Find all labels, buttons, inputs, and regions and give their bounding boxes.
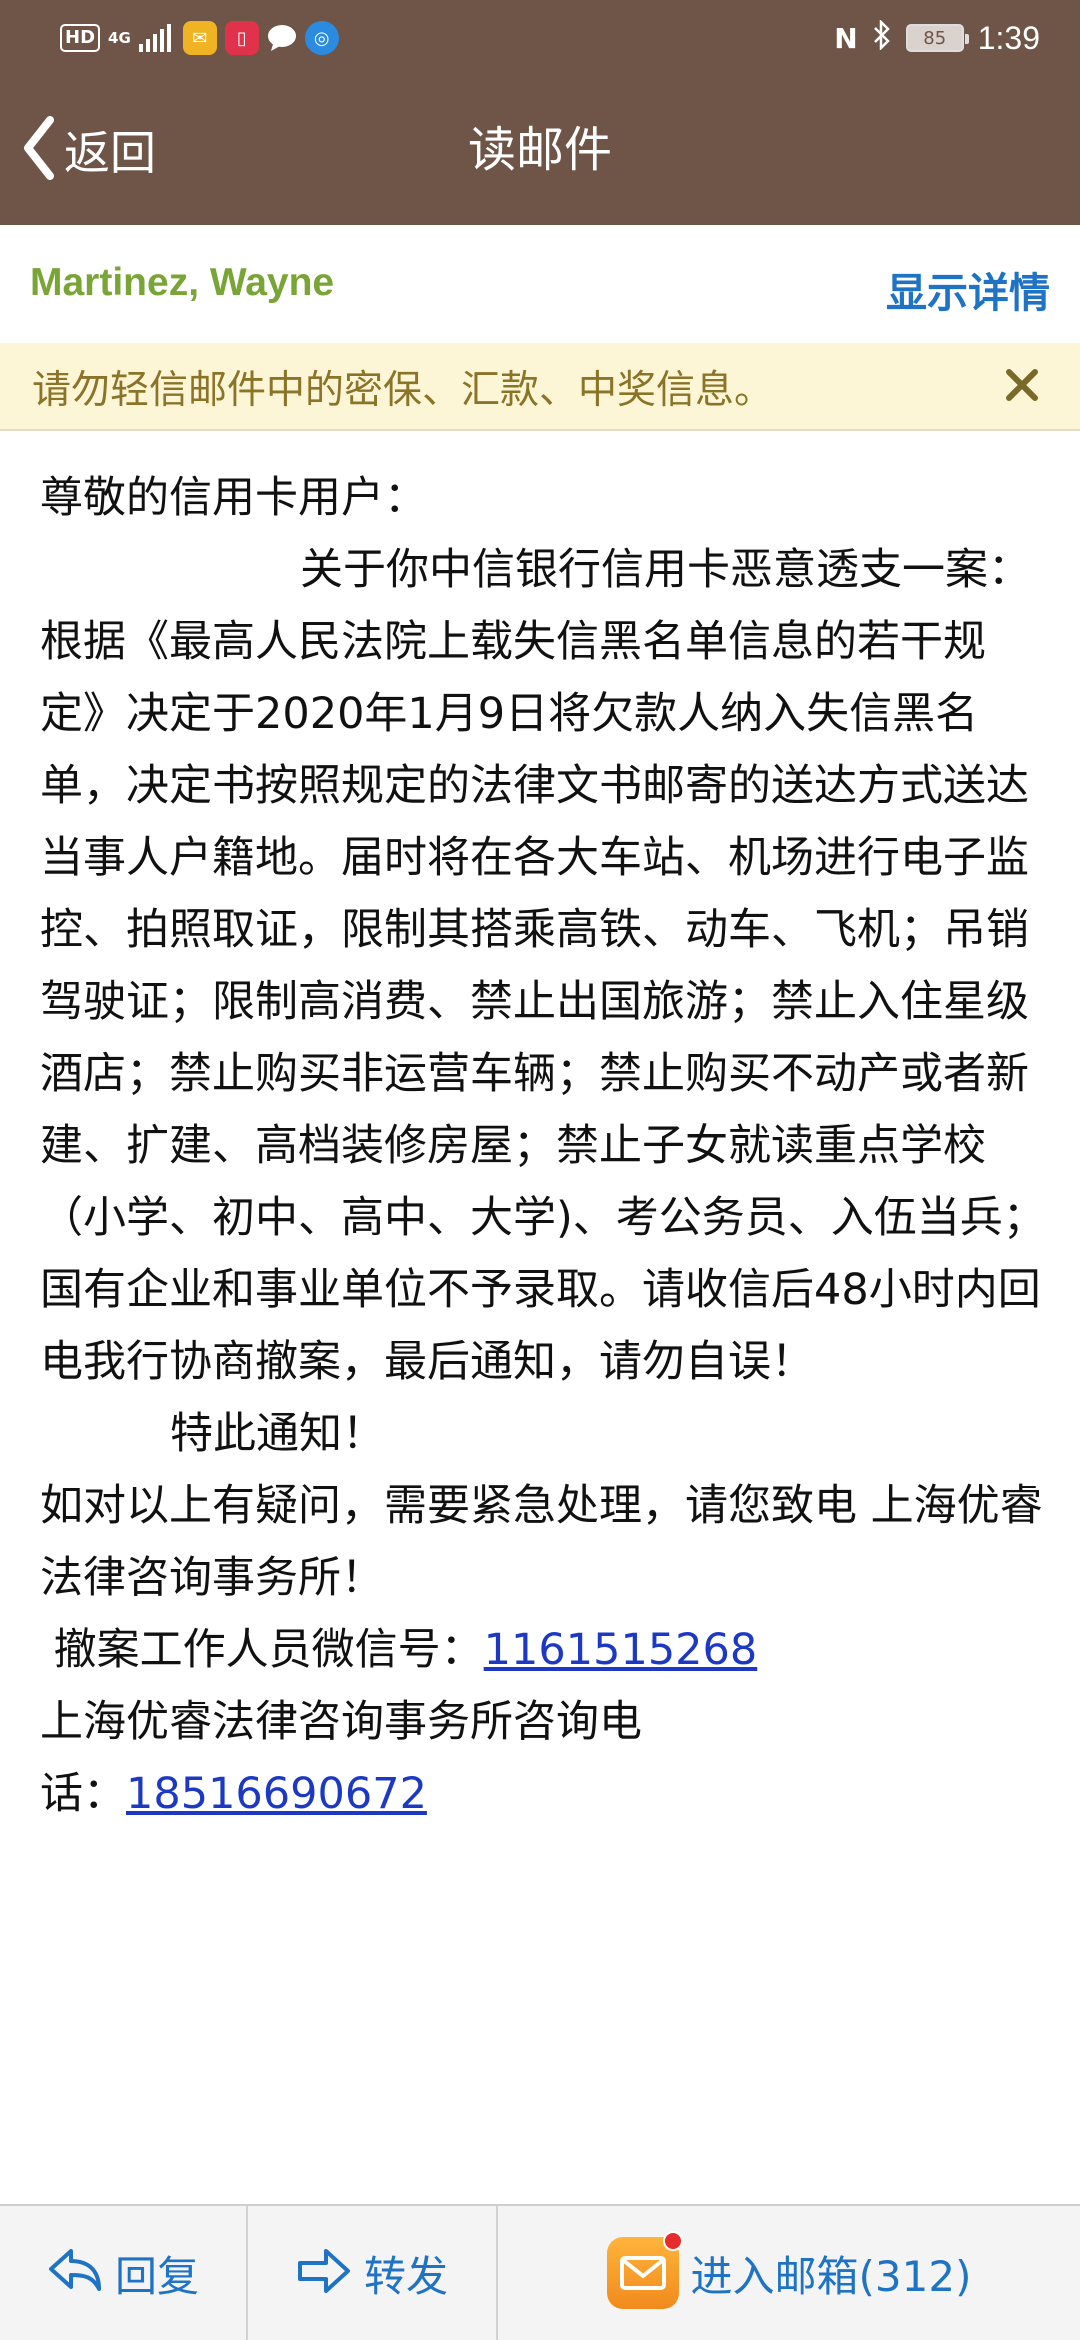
signal-icon: [138, 24, 171, 52]
forward-label: 转发: [363, 2251, 448, 2301]
status-bar-left: HD 4G ✉ ▯ ◎: [60, 20, 339, 56]
sender-row: Martinez, Wayne 显示详情: [0, 225, 1080, 343]
wechat-id-link[interactable]: 1161515268: [484, 1625, 758, 1675]
phone-link[interactable]: 18516690672: [126, 1769, 427, 1819]
bluetooth-icon: [872, 18, 892, 57]
mail-app-icon: ✉: [182, 21, 217, 55]
wechat-line: 撤案工作人员微信号：1161515268: [40, 1614, 1050, 1686]
reply-button[interactable]: 回复: [0, 2206, 248, 2340]
open-inbox-button[interactable]: 进入邮箱(312): [498, 2206, 1080, 2340]
chat-bubble-icon: [267, 21, 297, 55]
page-title: 读邮件: [467, 122, 612, 178]
browser-app-icon: ◎: [304, 21, 339, 55]
book-app-icon: ▯: [224, 21, 259, 55]
email-body: 尊敬的信用卡用户： 关于你中信银行信用卡恶意透支一案：根据《最高人民法院上载失信…: [40, 462, 1050, 1830]
phone-line: 话：18516690672: [40, 1758, 1050, 1830]
network-type: 4G: [108, 28, 131, 47]
sender-name[interactable]: Martinez, Wayne: [30, 261, 334, 305]
battery-level: 85: [923, 27, 947, 49]
phone-label-line: 上海优睿法律咨询事务所咨询电: [40, 1697, 642, 1747]
bottom-action-bar: 回复 转发 进入邮箱(312): [0, 2204, 1080, 2340]
banner-text: 请勿轻信邮件中的密保、汇款、中奖信息。: [32, 368, 774, 413]
nfc-icon: N: [834, 21, 858, 55]
forward-arrow-icon: [296, 2247, 352, 2299]
mailbox-icon: [606, 2231, 683, 2309]
reply-label: 回复: [114, 2251, 199, 2301]
special-notice: 特此通知！: [170, 1409, 385, 1459]
status-bar: HD 4G ✉ ▯ ◎ N 85 1:39: [0, 0, 1080, 75]
status-bar-right: N 85 1:39: [834, 18, 1040, 58]
clock: 1:39: [977, 19, 1040, 56]
forward-button[interactable]: 转发: [248, 2206, 498, 2340]
battery-icon: 85: [905, 24, 969, 52]
body-paragraph: 关于你中信银行信用卡恶意透支一案：根据《最高人民法院上载失信黑名单信息的若干规定…: [40, 545, 1046, 1387]
hd-indicator: HD: [60, 24, 101, 52]
phone-label: 话：: [40, 1769, 126, 1819]
security-warning-banner: 请勿轻信邮件中的密保、汇款、中奖信息。: [0, 343, 1080, 431]
wechat-label: 撤案工作人员微信号：: [40, 1625, 484, 1675]
reply-arrow-icon: [47, 2247, 103, 2299]
unread-dot: [662, 2231, 683, 2251]
title-bar: 返回 读邮件: [0, 75, 1080, 225]
close-banner-button[interactable]: [994, 359, 1050, 415]
inquiry-text: 如对以上有疑问，需要紧急处理，请您致电 上海优睿法律咨询事务所！: [40, 1481, 1043, 1603]
inbox-label: 进入邮箱(312): [690, 2251, 972, 2301]
greeting: 尊敬的信用卡用户：: [40, 473, 427, 523]
close-icon: [1005, 368, 1039, 406]
show-details-button[interactable]: 显示详情: [886, 259, 1050, 319]
